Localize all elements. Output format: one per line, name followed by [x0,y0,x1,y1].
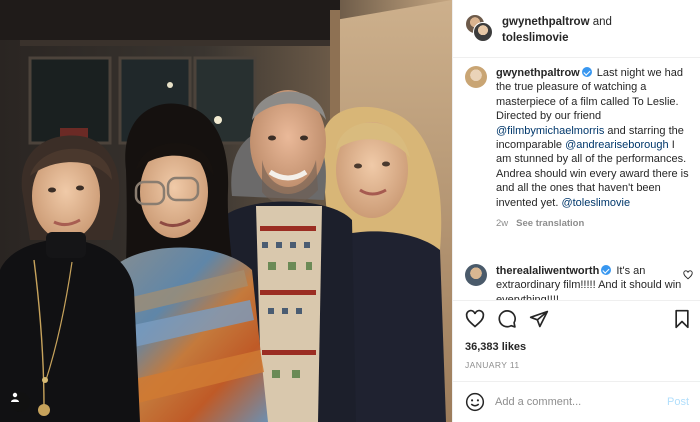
mention-link[interactable]: @toleslimovie [561,197,630,209]
post-sidebar: gwynethpaltrow and toleslimovie gwynethp… [452,0,700,422]
heart-icon[interactable] [465,309,485,329]
likes-count[interactable]: 36,383 likes [465,341,526,353]
verified-badge-icon [581,67,592,77]
comment-item: therealaliwentworth It's an extraordinar… [453,264,700,304]
paper-plane-icon[interactable] [529,309,549,329]
avatar[interactable] [465,264,487,286]
comment-input[interactable] [495,396,655,408]
collab-usernames: gwynethpaltrow and toleslimovie [502,14,612,46]
smiley-icon[interactable] [465,392,485,412]
post-date[interactable]: JANUARY 11 [465,360,520,370]
caption-meta: 2w See translation [496,217,691,231]
caption-body: gwynethpaltrow Last night we had the tru… [496,66,691,231]
post-button[interactable]: Post [667,396,689,408]
heart-icon[interactable] [683,270,693,280]
post-age: 2w [496,218,509,230]
person-tag-icon [11,392,19,402]
photo-scene [0,0,452,422]
verified-badge-icon [601,265,612,275]
mention-link[interactable]: @filmbymichaelmorris [496,125,604,137]
joiner-text: and [592,16,612,28]
post-caption: gwynethpaltrow Last night we had the tru… [453,66,700,231]
mention-link[interactable]: @andreariseborough [565,139,669,151]
bookmark-icon[interactable] [673,309,691,329]
avatar[interactable] [465,66,487,88]
post-header: gwynethpaltrow and toleslimovie [453,0,700,58]
username-link[interactable]: therealaliwentworth [496,265,599,277]
comment-body: therealaliwentworth It's an extraordinar… [496,264,686,304]
post-photo[interactable] [0,0,452,422]
add-comment-bar: Post [453,381,700,422]
action-icons [465,309,691,333]
see-translation-button[interactable]: See translation [516,218,584,229]
username-link[interactable]: gwynethpaltrow [502,16,590,28]
collab-avatars[interactable] [465,14,493,42]
username-link[interactable]: gwynethpaltrow [496,67,580,79]
comment-icon[interactable] [497,309,517,329]
avatar[interactable] [473,22,493,42]
username-link[interactable]: toleslimovie [502,32,568,44]
tagged-people-button[interactable] [10,392,30,412]
